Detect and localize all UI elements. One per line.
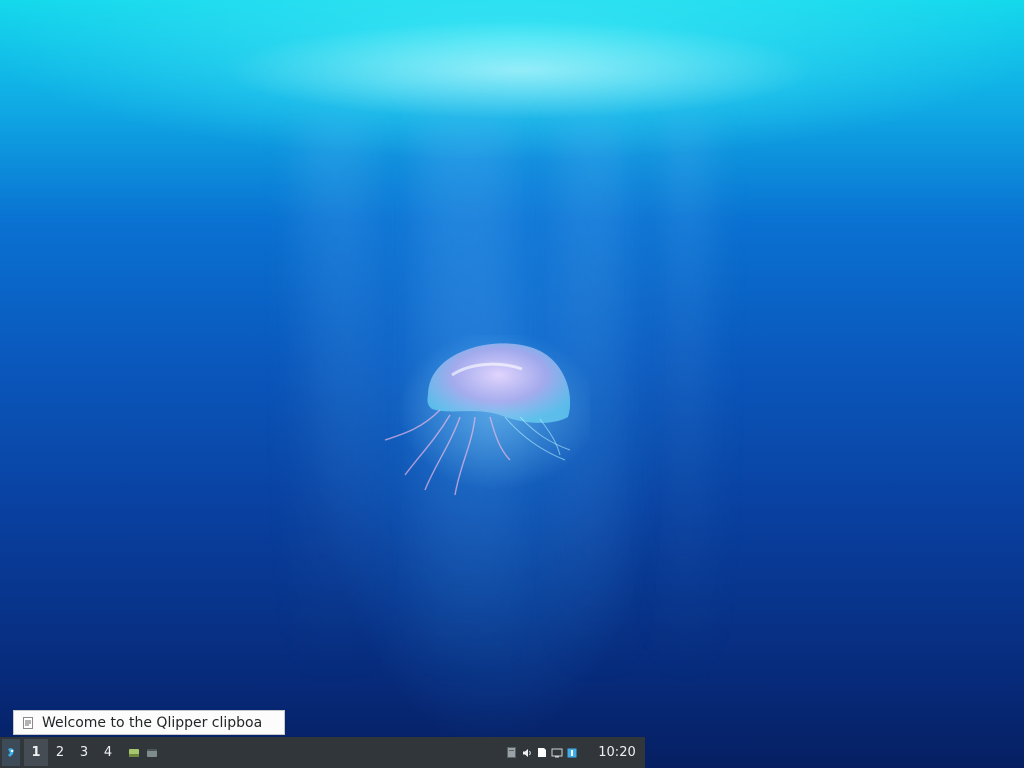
desktop-label: 1: [31, 745, 41, 760]
taskbar: 1 2 3 4 10:20: [0, 737, 645, 768]
system-tray: [504, 739, 579, 766]
qlipper-notification[interactable]: Welcome to the Qlipper clipboa: [13, 710, 285, 735]
start-menu-button[interactable]: [2, 739, 20, 766]
update-icon: [567, 748, 576, 757]
show-desktop-icon: [129, 748, 139, 757]
light-ray: [660, 120, 710, 680]
desktop-2-button[interactable]: 2: [48, 739, 72, 766]
notification-text: Welcome to the Qlipper clipboa: [42, 714, 263, 731]
network-tray-button[interactable]: [549, 739, 564, 766]
window-switcher-button[interactable]: [144, 739, 160, 766]
window-switcher-icon: [147, 748, 157, 757]
notes-tray-button[interactable]: [534, 739, 549, 766]
desktop-label: 4: [103, 745, 113, 760]
volume-icon: [522, 748, 531, 757]
clipboard-tray-button[interactable]: [504, 739, 519, 766]
document-icon: [23, 716, 33, 729]
lxqt-menu-icon: [8, 747, 14, 757]
notes-icon: [537, 748, 546, 757]
desktop-label: 3: [79, 745, 89, 760]
light-ray: [300, 120, 370, 680]
desktop-1-button[interactable]: 1: [24, 739, 48, 766]
volume-tray-button[interactable]: [519, 739, 534, 766]
clipboard-icon: [507, 747, 516, 758]
jellyfish-image: [384, 335, 590, 496]
desktop-3-button[interactable]: 3: [72, 739, 96, 766]
network-icon: [551, 748, 562, 757]
desktop-4-button[interactable]: 4: [96, 739, 120, 766]
desktop-wallpaper: [0, 0, 1024, 768]
update-tray-button[interactable]: [564, 739, 579, 766]
desktop-switcher: 1 2 3 4: [24, 739, 120, 766]
show-desktop-button[interactable]: [126, 739, 142, 766]
clock[interactable]: 10:20: [593, 745, 641, 760]
desktop-label: 2: [55, 745, 65, 760]
